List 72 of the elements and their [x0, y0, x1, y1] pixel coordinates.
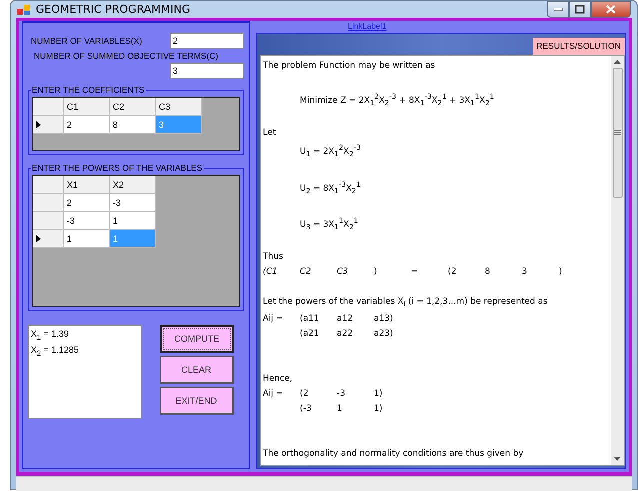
scroll-down-icon[interactable]	[614, 456, 621, 461]
matrix-entry: )	[559, 266, 564, 280]
panel-title: RESULTS/SOLUTION	[532, 38, 625, 55]
matrix-entry: (C1	[263, 266, 279, 280]
matrix-entry: a13)	[374, 312, 394, 326]
matrix-entry: (2	[300, 388, 310, 401]
current-row-icon	[36, 234, 41, 242]
header-cell	[33, 98, 64, 116]
result-text: Hence,	[263, 372, 294, 386]
column-header[interactable]: C2	[110, 98, 156, 116]
result-text: Let	[263, 126, 278, 140]
group-title: ENTER THE COEFFICIENTS	[31, 85, 146, 95]
row-header[interactable]	[33, 230, 64, 248]
matrix-entry: )	[374, 266, 378, 280]
table-cell[interactable]: 1	[64, 230, 110, 248]
maximize-icon	[575, 5, 585, 14]
input-field[interactable]: 2	[170, 33, 244, 49]
table-cell[interactable]: 1	[110, 212, 156, 230]
matrix-label: Aij =	[263, 388, 284, 401]
matrix-label: Aij =	[263, 312, 284, 326]
close-icon	[606, 5, 616, 14]
result-value: X$_{1}$ = 1.39	[31, 328, 70, 344]
matrix-entry: 1)	[374, 388, 384, 401]
matrix-entry: (2	[448, 266, 458, 280]
column-header[interactable]: C3	[156, 98, 202, 116]
table-cell[interactable]: -3	[110, 194, 156, 212]
table-cell[interactable]: 2	[64, 116, 110, 134]
application-icon	[17, 4, 31, 16]
row-header[interactable]	[33, 116, 64, 134]
matrix-entry: -3	[337, 388, 346, 401]
action-button[interactable]: CLEAR	[160, 356, 234, 384]
matrix-entry: (a11	[300, 312, 320, 326]
input-field[interactable]: 3	[170, 63, 244, 79]
field-label: NUMBER OF SUMMED OBJECTIVE TERMS(C)	[33, 51, 220, 61]
minimize-button[interactable]	[547, 1, 569, 18]
window-title: GEOMETRIC PROGRAMMING	[36, 3, 191, 16]
result-text: Thus	[263, 251, 284, 264]
table-cell[interactable]: 2	[64, 194, 110, 212]
column-header[interactable]: X1	[64, 176, 110, 194]
close-button[interactable]	[591, 1, 631, 18]
field-label: NUMBER OF VARIABLES(X)	[30, 36, 142, 46]
scroll-thumb[interactable]	[612, 68, 622, 198]
matrix-entry: a23)	[374, 328, 394, 341]
table-cell[interactable]: 8	[110, 116, 156, 134]
matrix-entry: 1)	[374, 402, 384, 416]
matrix-entry: C3	[337, 266, 350, 280]
grip-icon	[614, 130, 621, 136]
matrix-entry: =	[411, 266, 420, 280]
result-text: The orthogonality and normality conditions are thus given by	[263, 448, 525, 461]
minimize-icon	[554, 8, 562, 11]
result-text: The problem Function may be written as	[263, 60, 436, 73]
matrix-entry: a12	[337, 312, 354, 326]
matrix-entry: 8	[485, 266, 492, 280]
column-header[interactable]: X2	[110, 176, 156, 194]
scroll-up-icon[interactable]	[614, 60, 621, 64]
maximize-button[interactable]	[569, 1, 591, 18]
action-button[interactable]: COMPUTE	[160, 325, 234, 353]
current-row-icon	[36, 120, 41, 128]
matrix-entry: 1	[337, 402, 344, 416]
result-value: X$_{2}$ = 1.1285	[31, 344, 80, 360]
header-cell	[33, 176, 64, 194]
matrix-entry: (-3	[300, 402, 313, 416]
matrix-entry: C2	[300, 266, 312, 280]
table-cell[interactable]: -3	[64, 212, 110, 230]
action-button[interactable]: EXIT/END	[160, 387, 234, 415]
scrollbar[interactable]	[611, 56, 624, 465]
matrix-entry: 3	[522, 266, 528, 280]
group-title: ENTER THE POWERS OF THE VARIABLES	[31, 163, 204, 173]
column-header[interactable]: C1	[64, 98, 110, 116]
matrix-entry: (a21	[300, 328, 320, 341]
result-text: Let the powers of the variables X$_{i}$ (i = 1,2,3...m) be represented as	[263, 296, 549, 311]
matrix-entry: a22	[337, 328, 354, 341]
